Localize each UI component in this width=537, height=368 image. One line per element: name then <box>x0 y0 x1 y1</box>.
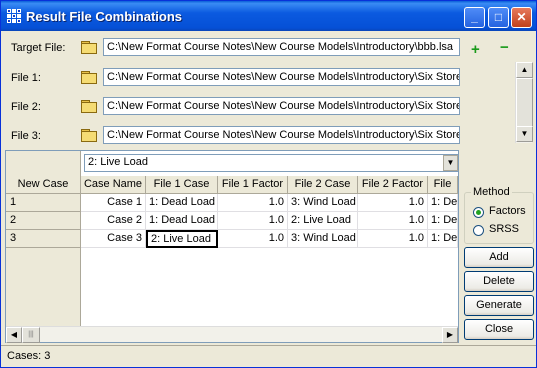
window-title: Result File Combinations <box>26 9 183 24</box>
case-select-combo[interactable]: 2: Live Load ▼ <box>84 154 459 172</box>
result-file-combinations-window: Result File Combinations _ □ ✕ Target Fi… <box>0 0 537 368</box>
title-bar[interactable]: Result File Combinations _ □ ✕ <box>1 1 536 31</box>
table-cell[interactable]: 1: Dead Load <box>146 194 218 212</box>
scroll-thumb[interactable] <box>516 78 533 128</box>
table-cell[interactable]: 1.0 <box>218 194 288 212</box>
row-number[interactable]: 2 <box>6 212 81 230</box>
file-list-scrollbar[interactable]: ▲ ▼ <box>515 62 533 143</box>
file-3-folder-icon[interactable] <box>81 129 97 142</box>
table-cell[interactable]: Case 3 <box>81 230 146 248</box>
new-case-header: New Case <box>6 176 81 194</box>
table-cell[interactable]: 3: Wind Load <box>288 194 358 212</box>
status-bar: Cases: 3 <box>1 345 536 367</box>
table-cell[interactable]: 1.0 <box>358 230 428 248</box>
file-1-label: File 1: <box>11 72 41 84</box>
table-cell[interactable]: 1: Dea <box>428 230 458 248</box>
chevron-down-icon[interactable]: ▼ <box>443 155 458 171</box>
target-file-path[interactable]: C:\New Format Course Notes\New Course Mo… <box>103 38 460 56</box>
srss-label[interactable]: SRSS <box>489 223 519 235</box>
table-cell[interactable]: 1: Dead Load <box>146 212 218 230</box>
factors-label[interactable]: Factors <box>489 205 526 217</box>
method-legend: Method <box>471 186 512 198</box>
status-text: Cases: 3 <box>7 350 51 362</box>
table-cell[interactable]: 1.0 <box>218 230 288 248</box>
column-header[interactable]: File <box>428 176 458 194</box>
method-group: Method Factors SRSS <box>464 186 534 244</box>
table-cell[interactable]: Case 1 <box>81 194 146 212</box>
scroll-left-icon[interactable]: ◀ <box>6 327 22 343</box>
file-2-path[interactable]: C:\New Format Course Notes\New Course Mo… <box>103 97 460 115</box>
close-button[interactable]: Close <box>464 319 534 340</box>
case-select-value: 2: Live Load <box>88 156 148 168</box>
file-2-label: File 2: <box>11 101 41 113</box>
file-2-folder-icon[interactable] <box>81 100 97 113</box>
target-file-label: Target File: <box>11 42 66 54</box>
target-folder-icon[interactable] <box>81 41 97 54</box>
grid-horizontal-scrollbar[interactable]: ◀ ||| ▶ <box>6 326 458 343</box>
table-cell[interactable]: Case 2 <box>81 212 146 230</box>
scroll-up-icon[interactable]: ▲ <box>516 62 533 78</box>
column-header[interactable]: File 2 Case <box>288 176 358 194</box>
row-number[interactable]: 1 <box>6 194 81 212</box>
column-header[interactable]: Case Name <box>81 176 146 194</box>
scroll-right-icon[interactable]: ▶ <box>442 327 458 343</box>
table-cell[interactable]: 1.0 <box>218 212 288 230</box>
minimize-button[interactable]: _ <box>464 7 485 28</box>
app-grid-icon <box>7 9 21 23</box>
column-header[interactable]: File 2 Factor <box>358 176 428 194</box>
close-window-button[interactable]: ✕ <box>511 7 532 28</box>
file-1-path[interactable]: C:\New Format Course Notes\New Course Mo… <box>103 68 460 86</box>
table-cell[interactable]: 1.0 <box>358 194 428 212</box>
column-header[interactable]: File 1 Case <box>146 176 218 194</box>
table-cell[interactable]: 2: Live Load <box>288 212 358 230</box>
cases-grid: 2: Live Load ▼ New Case Case Name File 1… <box>5 150 459 343</box>
file-3-label: File 3: <box>11 130 41 142</box>
factors-radio[interactable] <box>473 207 484 218</box>
generate-button[interactable]: Generate <box>464 295 534 316</box>
column-header[interactable]: File 1 Factor <box>218 176 288 194</box>
maximize-button[interactable]: □ <box>488 7 509 28</box>
table-cell[interactable]: 1: Dea <box>428 212 458 230</box>
add-button[interactable]: Add <box>464 247 534 268</box>
srss-radio[interactable] <box>473 225 484 236</box>
table-cell[interactable]: 3: Wind Load <box>288 230 358 248</box>
add-file-icon[interactable]: + <box>471 41 480 58</box>
selected-cell[interactable]: 2: Live Load <box>146 230 218 248</box>
scroll-down-icon[interactable]: ▼ <box>516 126 533 142</box>
remove-file-icon[interactable]: − <box>500 39 509 56</box>
row-number[interactable]: 3 <box>6 230 81 248</box>
table-cell[interactable]: 1.0 <box>358 212 428 230</box>
file-3-path[interactable]: C:\New Format Course Notes\New Course Mo… <box>103 126 460 144</box>
scroll-thumb[interactable]: ||| <box>22 327 40 343</box>
delete-button[interactable]: Delete <box>464 271 534 292</box>
file-1-folder-icon[interactable] <box>81 71 97 84</box>
table-cell[interactable]: 1: Dea <box>428 194 458 212</box>
